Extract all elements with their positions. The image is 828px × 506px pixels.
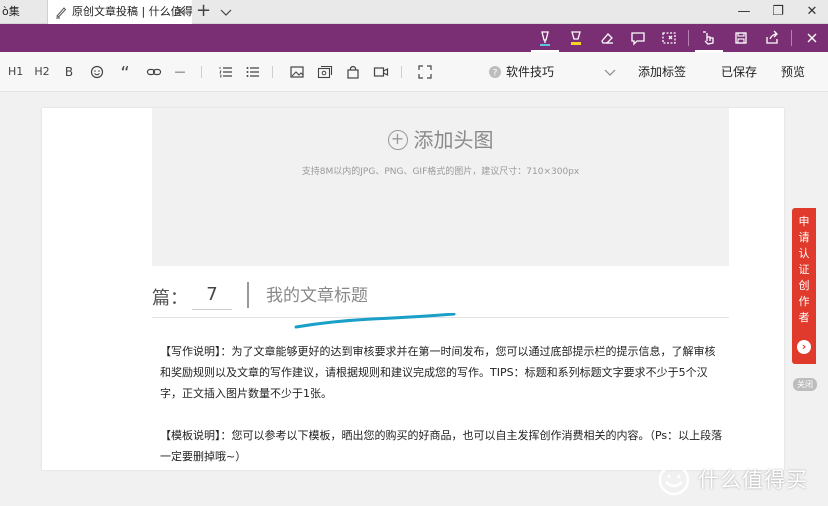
fullscreen-icon: [418, 65, 432, 79]
comment-tool-button[interactable]: [627, 27, 649, 49]
toolbar-divider: [791, 30, 792, 46]
series-label: 篇：: [152, 288, 188, 309]
template-instructions-paragraph: 【模板说明】：您可以参考以下模板，晒出您的购买的好商品，也可以自主发挥创作消费相…: [160, 429, 723, 463]
video-icon: [373, 67, 389, 77]
touch-icon: [703, 31, 714, 45]
share-icon: [766, 30, 778, 44]
window-restore-button[interactable]: ❐: [761, 0, 795, 24]
add-header-image[interactable]: + 添加头图: [152, 128, 729, 152]
exit-icon: [807, 33, 817, 43]
plus-circle-icon: +: [387, 129, 408, 150]
close-badge-button[interactable]: 关闭: [793, 378, 817, 391]
apply-creator-label: 申请认证创作者: [798, 215, 810, 324]
highlighter-icon: [571, 31, 581, 45]
insert-product-button[interactable]: [345, 64, 361, 80]
ordered-list-button[interactable]: [218, 64, 234, 80]
active-tab[interactable]: 原创文章投稿 | 什么值得 ✕: [48, 0, 192, 24]
chevron-down-icon[interactable]: [604, 69, 616, 77]
window-close-button[interactable]: ✕: [795, 0, 828, 24]
clip-icon: [662, 32, 676, 44]
gallery-icon: [317, 65, 333, 79]
insert-image-button[interactable]: [289, 64, 305, 80]
highlighter-tool-button[interactable]: [565, 27, 587, 49]
emoji-button[interactable]: [89, 64, 105, 80]
editor-toolbar: H1 H2 B “ — ? 软件技巧 添加标签 已保存 预览: [0, 52, 828, 92]
saved-status: 已保存: [721, 65, 758, 79]
link-button[interactable]: [146, 64, 162, 80]
image-icon: [290, 66, 304, 78]
pen-icon: [540, 31, 550, 46]
insert-video-button[interactable]: [373, 64, 389, 80]
smzdm-logo-icon: [658, 464, 690, 496]
share-note-button[interactable]: [761, 27, 783, 49]
heading-1-button[interactable]: H1: [8, 64, 23, 80]
tab-list-chevron-down-icon[interactable]: [219, 0, 233, 24]
window-minimize-button[interactable]: —: [727, 0, 761, 24]
chevron-right-icon[interactable]: ›: [797, 340, 811, 354]
fullscreen-button[interactable]: [417, 64, 433, 80]
preview-button[interactable]: 预览: [781, 64, 805, 80]
new-tab-button[interactable]: +: [196, 0, 211, 22]
toolbar-divider: [272, 66, 273, 78]
eraser-tool-button[interactable]: [596, 27, 618, 49]
category-select-label[interactable]: 软件技巧: [506, 64, 554, 80]
title-row: 篇：: [152, 278, 729, 318]
bullet-list-button[interactable]: [245, 64, 261, 80]
web-note-toolbar: [0, 24, 828, 52]
smiley-icon: [90, 65, 104, 79]
header-image-hint: 支持8M以内的JPG、PNG、GIF格式的图片，建议尺寸：710×300px: [301, 167, 580, 177]
toolbar-divider: [201, 66, 202, 78]
watermark-text: 什么值得买: [698, 468, 808, 492]
ink-underline-stroke: [294, 313, 456, 329]
toolbar-divider: [688, 30, 689, 46]
tab-close-icon[interactable]: ✕: [172, 0, 188, 24]
writing-instructions-paragraph: 【写作说明】：为了文章能够更好的达到审核要求并在第一时间发布，您可以通过底部提示…: [160, 345, 716, 400]
eraser-icon: [601, 33, 613, 44]
watermark: 什么值得买: [658, 462, 824, 498]
chapter-number-input[interactable]: [192, 280, 232, 310]
add-header-image-label: 添加头图: [413, 128, 494, 152]
previous-tab[interactable]: ò集: [0, 0, 48, 24]
header-image-upload[interactable]: + 添加头图 支持8M以内的JPG、PNG、GIF格式的图片，建议尺寸：710×3…: [152, 108, 729, 266]
link-icon: [146, 68, 162, 76]
editor-sheet: + 添加头图 支持8M以内的JPG、PNG、GIF格式的图片，建议尺寸：710×3…: [42, 108, 784, 470]
pen-tool-button[interactable]: [531, 27, 559, 52]
browser-tab-bar: ò集 原创文章投稿 | 什么值得 ✕ + — ❐ ✕: [0, 0, 828, 24]
bullet-list-icon: [246, 67, 259, 77]
article-body[interactable]: 【写作说明】：为了文章能够更好的达到审核要求并在第一时间发布，您可以通过底部提示…: [160, 341, 726, 488]
help-icon[interactable]: ?: [487, 64, 501, 80]
heading-2-button[interactable]: H2: [34, 64, 50, 80]
add-tag-button[interactable]: 添加标签: [638, 64, 686, 80]
save-note-button[interactable]: [730, 27, 752, 49]
previous-tab-label: ò集: [2, 5, 20, 18]
horizontal-rule-button[interactable]: —: [173, 64, 187, 80]
title-divider: [247, 282, 249, 308]
toolbar-divider: [401, 66, 402, 78]
shopping-bag-icon: [347, 65, 359, 79]
ordered-list-icon: [219, 67, 232, 78]
insert-gallery-button[interactable]: [317, 64, 333, 80]
clip-tool-button[interactable]: [658, 27, 680, 49]
comment-icon: [631, 32, 645, 46]
svg-text:?: ?: [493, 69, 498, 79]
touch-writing-button[interactable]: [695, 27, 723, 52]
bold-button[interactable]: B: [62, 64, 76, 80]
quote-button[interactable]: “: [118, 64, 132, 84]
exit-note-button[interactable]: [801, 27, 823, 49]
article-title-input[interactable]: [266, 282, 706, 310]
pen-writing-icon: [56, 7, 67, 19]
save-icon: [735, 32, 747, 44]
